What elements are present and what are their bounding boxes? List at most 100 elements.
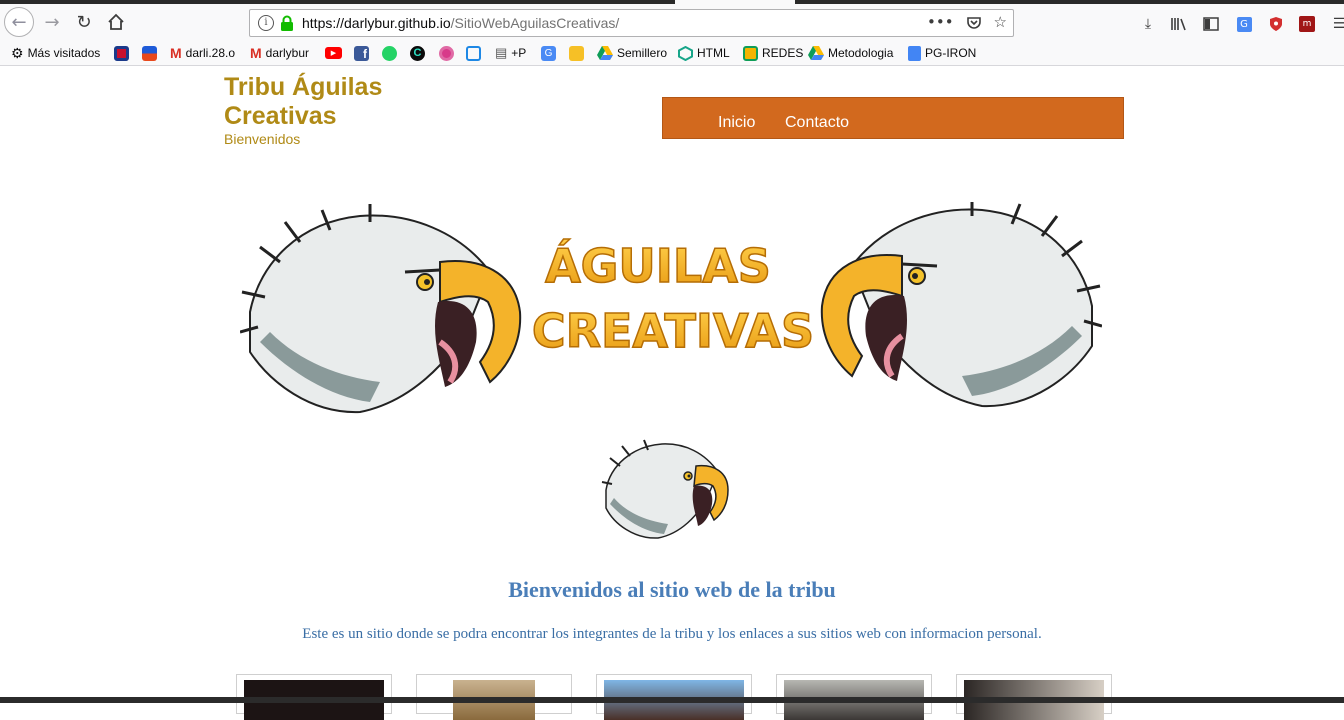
bookmarks-toolbar: ⚙ Más visitados Mdarli.28.o Mdarlybur ▶ f… <box>0 40 1344 66</box>
app-red-icon <box>114 45 129 61</box>
shield-extension[interactable] <box>1265 14 1287 34</box>
bookmark-label: HTML <box>697 46 730 60</box>
member-card[interactable] <box>596 674 752 720</box>
nav-link-contacto[interactable]: Contacto <box>785 114 849 132</box>
arrow-left-icon: ← <box>11 11 27 33</box>
main-nav: Inicio Contacto <box>662 97 1124 139</box>
gmail-icon: M <box>250 45 262 61</box>
mega-extension[interactable]: m <box>1296 14 1318 34</box>
bookmark-translate[interactable]: G <box>541 44 556 62</box>
bookmark-label: PG-IRON <box>925 46 977 60</box>
bookmark-pg-iron[interactable]: PG-IRON <box>908 44 976 62</box>
gmail-icon: M <box>170 45 182 61</box>
app-blue-icon <box>142 45 157 61</box>
facebook-icon: f <box>354 45 369 61</box>
bookmark-redes[interactable]: REDES <box>743 44 803 62</box>
bookmark-label: +P <box>511 46 527 60</box>
bookmark-label: Más visitados <box>27 46 101 60</box>
tv-icon <box>466 45 481 61</box>
translate-icon: G <box>1236 16 1252 32</box>
bookmark-app-blue[interactable] <box>142 44 157 62</box>
bookmark-label: darlybur <box>265 46 310 60</box>
taskbar-edge <box>0 697 1344 703</box>
c-icon: C <box>410 45 425 61</box>
youtube-icon: ▶ <box>325 47 342 59</box>
sidebar-button[interactable] <box>1200 14 1222 34</box>
address-bar[interactable]: i https://darlybur.github.io/SitioWebAgu… <box>249 9 1014 37</box>
translate-extension[interactable]: G <box>1233 14 1255 34</box>
site-subtitle: Bienvenidos <box>224 131 301 147</box>
whatsapp-icon <box>382 45 397 61</box>
lock-icon[interactable] <box>280 15 294 31</box>
member-card[interactable] <box>956 674 1112 720</box>
bookmark-facebook[interactable]: f <box>354 44 369 62</box>
member-card[interactable] <box>416 674 572 720</box>
circle-icon <box>439 45 454 61</box>
download-icon: ⤓ <box>1144 16 1152 32</box>
nav-link-inicio[interactable]: Inicio <box>718 114 755 132</box>
arrow-right-icon: → <box>44 11 60 33</box>
bookmark-label: Semillero <box>617 46 668 60</box>
film-icon: ▤ <box>495 45 508 60</box>
banner-title-line-1: ÁGUILAS <box>545 239 771 293</box>
forward-button[interactable]: → <box>38 8 66 36</box>
back-button[interactable]: ← <box>4 7 34 37</box>
welcome-heading: Bienvenidos al sitio web de la tribu <box>508 577 836 602</box>
eagle-logo-icon <box>601 439 729 539</box>
bookmark-label: Metodologia <box>828 46 894 60</box>
library-button[interactable] <box>1168 14 1190 34</box>
bookmark-tv[interactable] <box>466 44 481 62</box>
gear-icon: ⚙ <box>11 44 24 61</box>
home-icon <box>108 13 124 30</box>
bookmark-circle[interactable] <box>439 44 454 62</box>
eagle-left-icon <box>240 204 522 414</box>
member-card[interactable] <box>236 674 392 720</box>
keep-icon <box>569 45 584 61</box>
download-button[interactable]: ⤓ <box>1137 14 1159 34</box>
url-text[interactable]: https://darlybur.github.io/SitioWebAguil… <box>302 15 619 31</box>
library-icon <box>1171 18 1186 31</box>
bookmark-c[interactable]: C <box>410 44 425 62</box>
reload-button[interactable]: ↻ <box>70 8 98 36</box>
bookmark-youtube[interactable]: ▶ <box>325 44 342 62</box>
star-icon[interactable]: ☆ <box>994 13 1007 31</box>
codepen-icon <box>678 45 693 61</box>
reload-icon: ↻ <box>76 11 92 33</box>
url-domain: https://darlybur.github.io <box>302 15 451 31</box>
browser-toolbar: ← → ↻ i https://darlybur.github.io/Sitio… <box>0 4 1344 40</box>
page-content: Tribu Águilas Creativas Bienvenidos Inic… <box>0 66 1344 720</box>
menu-button[interactable]: ☰ <box>1328 14 1344 34</box>
hamburger-icon: ☰ <box>1332 16 1344 32</box>
member-card[interactable] <box>776 674 932 720</box>
info-icon[interactable]: i <box>258 15 274 31</box>
bookmark-darlybur[interactable]: Mdarlybur <box>250 44 309 62</box>
banner-title-line-2: CREATIVAS <box>532 304 814 358</box>
translate-icon: G <box>541 45 556 61</box>
bookmark-html[interactable]: HTML <box>678 44 730 62</box>
bookmark-darli[interactable]: Mdarli.28.o <box>170 44 235 62</box>
bookmark-mas-visitados[interactable]: ⚙ Más visitados <box>11 44 100 62</box>
banner-image: ÁGUILAS CREATIVAS <box>240 202 1102 414</box>
bookmark-app-red[interactable] <box>114 44 129 62</box>
drive-icon <box>597 46 613 60</box>
bookmark-metodologia[interactable]: Metodologia <box>808 44 893 62</box>
drive-icon <box>808 46 824 60</box>
bookmark-semillero[interactable]: Semillero <box>597 44 667 62</box>
url-path: /SitioWebAguilasCreativas/ <box>450 15 620 31</box>
classroom-icon <box>743 45 758 61</box>
bookmark-plus-p[interactable]: ▤ +P <box>495 44 526 62</box>
shield-icon <box>1270 17 1282 31</box>
sidebar-icon <box>1203 17 1219 31</box>
pocket-icon[interactable] <box>966 15 982 31</box>
home-button[interactable] <box>102 8 130 36</box>
bookmark-label: REDES <box>762 46 804 60</box>
bookmark-whatsapp[interactable] <box>382 44 397 62</box>
bookmark-keep[interactable] <box>569 44 584 62</box>
docs-icon <box>908 45 921 61</box>
eagle-right-icon <box>820 202 1102 408</box>
mega-icon: m <box>1299 16 1315 32</box>
site-description: Este es un sitio donde se podra encontra… <box>302 626 1042 642</box>
site-title: Tribu Águilas Creativas <box>224 73 383 130</box>
more-actions-icon[interactable]: ••• <box>927 13 954 31</box>
bookmark-label: darli.28.o <box>185 46 236 60</box>
